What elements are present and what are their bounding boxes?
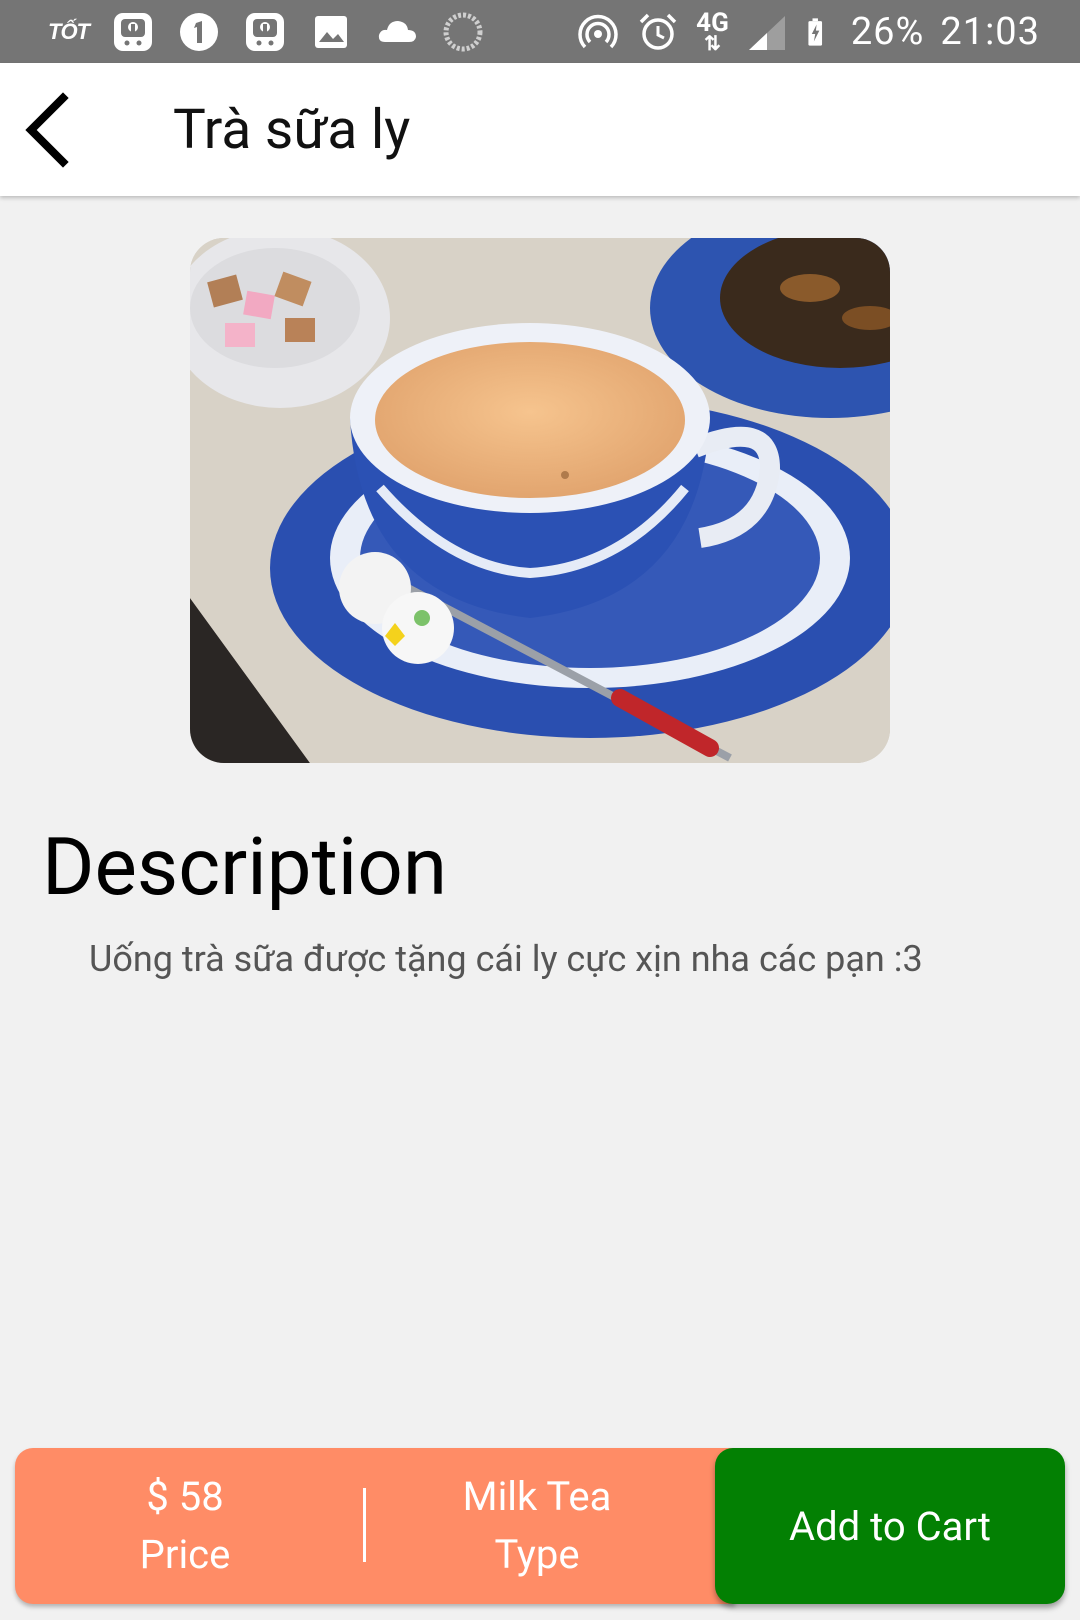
clock: 21:03 — [940, 9, 1040, 54]
info-divider — [363, 1488, 366, 1562]
product-image — [190, 238, 890, 763]
tot-app-icon: TỐT — [48, 18, 90, 44]
price-block: $ 58 Price — [15, 1448, 355, 1604]
back-button[interactable] — [0, 63, 98, 196]
description-heading: Description — [42, 820, 447, 914]
milk-tea-illustration — [190, 238, 890, 763]
add-to-cart-button[interactable]: Add to Cart — [715, 1448, 1065, 1604]
network-type-label: 4G ⇅ — [696, 7, 729, 55]
battery-charging-icon — [808, 17, 822, 46]
bottom-bar: $ 58 Price Milk Tea Type Add to Cart — [15, 1448, 1065, 1604]
type-value: Milk Tea — [462, 1473, 612, 1520]
piggy-bank-icon — [246, 12, 284, 51]
hotspot-icon — [578, 14, 618, 48]
price-label: Price — [139, 1531, 231, 1578]
page-title: Trà sữa ly — [173, 97, 411, 162]
description-text: Uống trà sữa được tặng cái ly cực xịn nh… — [89, 938, 923, 980]
back-arrow-icon — [25, 91, 69, 168]
product-info-panel: $ 58 Price Milk Tea Type — [15, 1448, 735, 1604]
number-one-icon — [180, 12, 218, 51]
image-icon — [315, 15, 347, 48]
price-value: $ 58 — [146, 1473, 224, 1520]
type-label: Type — [494, 1531, 580, 1578]
signal-icon — [748, 15, 785, 50]
status-left: TỐT — [48, 10, 507, 54]
cloud-icon — [378, 20, 416, 42]
alarm-icon — [639, 13, 677, 50]
type-block: Milk Tea Type — [367, 1448, 707, 1604]
app-bar: Trà sữa ly — [0, 63, 1080, 196]
battery-percent: 26% — [850, 9, 925, 54]
status-bar: TỐT 4G ⇅ 26% 21:03 — [0, 0, 1080, 63]
status-right: 4G ⇅ 26% 21:03 — [560, 10, 1040, 54]
piggy-bank-icon — [114, 12, 152, 51]
loading-icon — [443, 12, 483, 51]
